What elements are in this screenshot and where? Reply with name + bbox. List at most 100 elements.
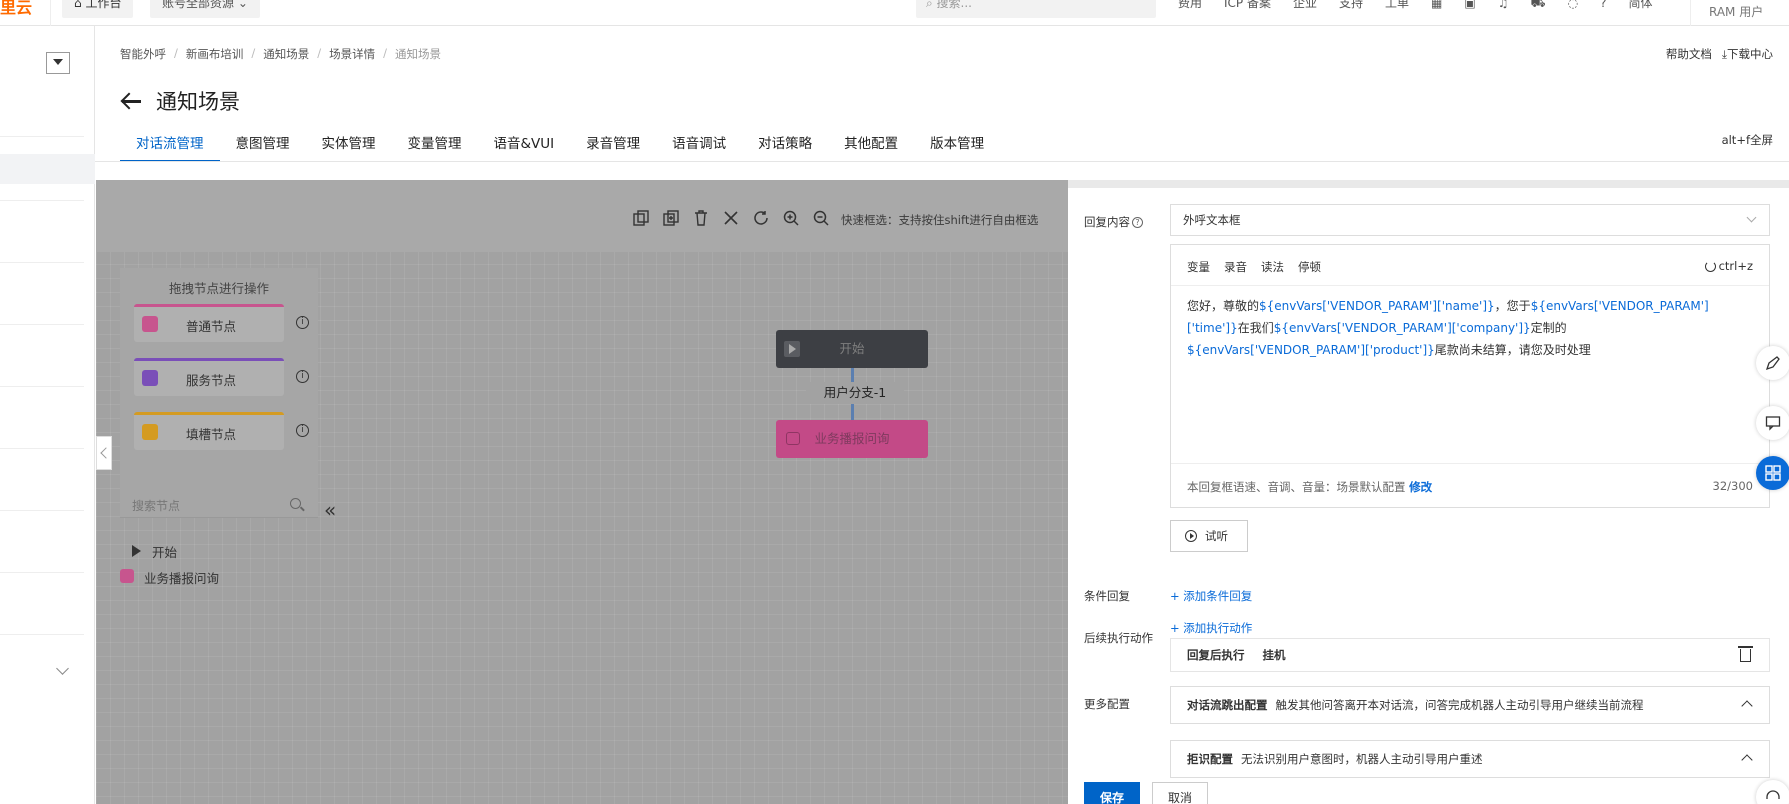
tab-other-config[interactable]: 其他配置 <box>828 122 914 162</box>
flow-branch-label[interactable]: 用户分支-1 <box>806 382 904 404</box>
reject-config[interactable]: 拒识配置 无法识别用户意图时，机器人主动引导用户重述 <box>1170 740 1770 778</box>
breadcrumb-item[interactable]: 新画布培训 <box>186 46 244 62</box>
account-resource-dropdown[interactable]: 账号全部资源 ⌄ <box>150 0 260 18</box>
node-tree: 开始 业务播报问询 <box>120 542 219 594</box>
image-icon[interactable]: ▣ <box>1464 0 1475 14</box>
flow-canvas[interactable]: 快速框选：支持按住shift进行自由框选 拖拽节点进行操作 普通节点 i 服务节… <box>96 180 1068 804</box>
action-value[interactable]: 挂机 <box>1263 648 1286 662</box>
top-link-support[interactable]: 支持 <box>1339 0 1363 14</box>
node-search-input[interactable]: 搜索节点 <box>120 490 318 518</box>
search-icon[interactable] <box>290 498 301 509</box>
copy-icon[interactable] <box>632 209 650 227</box>
flow-node-business[interactable]: 业务播报问询 <box>776 420 928 458</box>
top-link-icp[interactable]: ICP 备案 <box>1224 0 1271 14</box>
download-center-link[interactable]: ⤓下载中心 <box>1722 46 1773 62</box>
tree-item[interactable]: 开始 <box>128 542 219 568</box>
top-link-ticket[interactable]: 工单 <box>1385 0 1409 14</box>
tab-recording[interactable]: 录音管理 <box>570 122 656 162</box>
tab-voice-vui[interactable]: 语音&VUI <box>478 122 571 162</box>
save-button[interactable]: 保存 <box>1084 782 1140 804</box>
tab-variable[interactable]: 变量管理 <box>392 122 478 162</box>
modify-voice-link[interactable]: 修改 <box>1409 480 1432 494</box>
top-link-fees[interactable]: 费用 <box>1178 0 1202 14</box>
info-icon[interactable]: i <box>296 370 309 383</box>
listen-button[interactable]: 试听 <box>1170 520 1248 552</box>
tab-dialog-strategy[interactable]: 对话策略 <box>742 122 828 162</box>
flow-node-start[interactable]: 开始 <box>776 330 928 368</box>
info-icon[interactable]: i <box>296 424 309 437</box>
breadcrumb-item[interactable]: 场景详情 <box>329 46 375 62</box>
tab-dialog-flow[interactable]: 对话流管理 <box>120 122 220 162</box>
bulb-icon[interactable]: ◌ <box>1568 0 1578 14</box>
reply-text[interactable]: 您好，尊敬的${envVars['VENDOR_PARAM']['name']}… <box>1187 295 1757 361</box>
expand-sidebar-arrow[interactable] <box>96 436 112 470</box>
user-menu[interactable]: RAM 用户 <box>1690 0 1789 26</box>
tree-item[interactable]: 业务播报问询 <box>120 568 219 594</box>
headset-icon <box>1766 790 1780 799</box>
reply-editor[interactable]: 变量 录音 读法 停顿 ctrl+z 您好，尊敬的${envVars['VEND… <box>1170 244 1770 508</box>
palette-node-normal[interactable]: 普通节点 <box>134 304 284 342</box>
tab-version[interactable]: 版本管理 <box>914 122 1000 162</box>
headset-float-button[interactable] <box>1756 780 1789 804</box>
pause-button[interactable]: 停顿 <box>1298 259 1321 275</box>
add-condition-reply-link[interactable]: + 添加条件回复 <box>1170 588 1252 604</box>
config-title: 对话流跳出配置 <box>1187 698 1268 712</box>
chevron-up-icon[interactable] <box>1741 754 1753 766</box>
search-placeholder: 搜索... <box>936 0 972 10</box>
insert-recording-button[interactable]: 录音 <box>1224 259 1247 275</box>
question-icon[interactable]: ? <box>1132 217 1143 228</box>
sidebar-item-active[interactable] <box>0 154 95 184</box>
palette-node-service[interactable]: 服务节点 <box>134 358 284 396</box>
bell-icon[interactable]: ♫ <box>1498 0 1509 14</box>
edit-float-button[interactable] <box>1756 346 1789 380</box>
refresh-icon[interactable] <box>752 209 770 227</box>
text-segment: 尾款尚未结算，请您及时处理 <box>1434 343 1591 357</box>
zoom-in-icon[interactable] <box>782 209 800 227</box>
info-icon[interactable]: i <box>296 316 309 329</box>
apps-float-button[interactable] <box>1756 456 1789 490</box>
breadcrumb-item[interactable]: 通知场景 <box>263 46 309 62</box>
paste-icon[interactable] <box>662 209 680 227</box>
add-action-link[interactable]: + 添加执行动作 <box>1170 620 1252 636</box>
breadcrumb-item[interactable]: 智能外呼 <box>120 46 166 62</box>
divider <box>1171 463 1769 464</box>
fullscreen-hint[interactable]: alt+f全屏 <box>1722 132 1773 148</box>
breadcrumb-current: 通知场景 <box>395 47 441 61</box>
action-row: 回复后执行 挂机 <box>1170 638 1770 672</box>
insert-variable-button[interactable]: 变量 <box>1187 259 1210 275</box>
sidebar-dropdown-button[interactable] <box>46 52 70 74</box>
pronunciation-button[interactable]: 读法 <box>1261 259 1284 275</box>
grid-icon[interactable]: ▦ <box>1431 0 1442 14</box>
tab-intent[interactable]: 意图管理 <box>220 122 306 162</box>
delete-icon[interactable] <box>692 209 710 227</box>
tab-voice-debug[interactable]: 语音调试 <box>656 122 742 162</box>
variable-token[interactable]: ${envVars['VENDOR_PARAM']['product']} <box>1187 343 1435 357</box>
chevron-down-icon[interactable] <box>56 662 69 675</box>
cancel-button[interactable]: 取消 <box>1152 782 1208 804</box>
chevron-up-icon[interactable] <box>1741 700 1753 712</box>
variable-token[interactable]: ${envVars['VENDOR_PARAM']['name']} <box>1259 299 1495 313</box>
global-search-input[interactable]: ⌕ 搜索... <box>916 0 1156 18</box>
variable-token[interactable]: ${envVars['VENDOR_PARAM']['company']} <box>1274 321 1531 335</box>
page-header: 通知场景 <box>120 86 240 116</box>
back-arrow-icon[interactable] <box>120 92 142 110</box>
cart-icon[interactable]: ⛟ <box>1531 0 1546 14</box>
language-switch[interactable]: 简体 <box>1628 0 1652 14</box>
tab-entity[interactable]: 实体管理 <box>306 122 392 162</box>
top-link-enterprise[interactable]: 企业 <box>1293 0 1317 14</box>
trash-icon[interactable] <box>1738 646 1753 662</box>
chat-float-button[interactable] <box>1756 406 1789 440</box>
palette-node-slot[interactable]: 填槽节点 <box>134 412 284 450</box>
help-icon[interactable]: ? <box>1600 0 1606 14</box>
brand-logo[interactable]: 里云 <box>0 0 32 18</box>
caret-right-icon[interactable] <box>132 545 141 557</box>
collapse-panel-icon[interactable]: « <box>324 498 336 522</box>
close-icon[interactable] <box>722 209 740 227</box>
zoom-out-icon[interactable] <box>812 209 830 227</box>
help-docs-link[interactable]: 帮助文档 <box>1666 46 1712 62</box>
reply-type-select[interactable]: 外呼文本框 <box>1170 204 1770 236</box>
reply-type-value: 外呼文本框 <box>1183 213 1241 227</box>
dialog-exit-config[interactable]: 对话流跳出配置 触发其他问答离开本对话流，问答完成机器人主动引导用户继续当前流程 <box>1170 686 1770 724</box>
workbench-button[interactable]: ⌂ 工作台 <box>62 0 134 18</box>
undo-button[interactable]: ctrl+z <box>1704 259 1753 273</box>
